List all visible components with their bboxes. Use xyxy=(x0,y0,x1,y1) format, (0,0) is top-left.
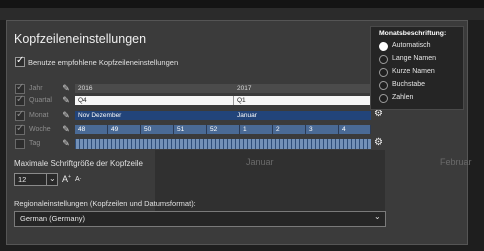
use-recommended-label: Benutze empfohlene Kopfzeileneinstellung… xyxy=(28,58,179,67)
chevron-down-icon[interactable]: ⌄ xyxy=(49,174,56,183)
quarter-cell: Q1 xyxy=(234,96,371,105)
month-cell: Januar xyxy=(234,111,371,120)
row-checkbox[interactable] xyxy=(15,139,25,149)
week-cell: 2 xyxy=(273,125,306,134)
week-cell: 1 xyxy=(240,125,273,134)
select-divider xyxy=(46,174,47,185)
pencil-icon[interactable]: ✎ xyxy=(60,95,72,105)
row-checkbox[interactable] xyxy=(15,82,25,94)
option-label: Buchstabe xyxy=(392,81,426,88)
option-label: Automatisch xyxy=(392,42,431,49)
use-recommended-checkbox[interactable] xyxy=(15,55,25,67)
quarter-cell: Q4 xyxy=(75,96,234,105)
year-cell: 2016 xyxy=(75,84,234,93)
regional-label: Regionaleinstellungen (Kopfzeilen und Da… xyxy=(14,199,196,208)
day-cells xyxy=(75,139,371,149)
panel-title: Kopfzeileneinstellungen xyxy=(14,32,147,46)
row-label: Tag xyxy=(29,140,41,147)
week-cell: 4 xyxy=(339,125,371,134)
header-strip xyxy=(0,8,484,20)
increase-font-button[interactable]: A+ xyxy=(62,174,71,184)
row-label: Quartal xyxy=(29,97,52,104)
pencil-icon[interactable]: ✎ xyxy=(60,83,72,93)
background-month-label: Februar xyxy=(440,157,472,167)
week-cell: 48 xyxy=(75,125,108,134)
radio-numbers[interactable] xyxy=(379,94,388,103)
radio-automatic[interactable] xyxy=(379,42,388,51)
week-cell: 50 xyxy=(141,125,174,134)
year-cell: 2017 xyxy=(234,84,371,93)
week-cell: 3 xyxy=(306,125,339,134)
pencil-icon[interactable]: ✎ xyxy=(60,110,72,120)
chevron-down-icon[interactable]: ⌄ xyxy=(374,212,381,221)
option-label: Lange Namen xyxy=(392,55,436,62)
popup-title: Monatsbeschriftung: xyxy=(379,30,447,37)
radio-letter[interactable] xyxy=(379,81,388,90)
option-label: Zahlen xyxy=(392,94,414,101)
row-checkbox[interactable] xyxy=(15,109,25,121)
week-cell: 51 xyxy=(174,125,207,134)
pencil-icon[interactable]: ✎ xyxy=(60,124,72,134)
row-checkbox[interactable] xyxy=(15,94,25,106)
week-cell: 49 xyxy=(108,125,141,134)
month-labels-popup: Monatsbeschriftung: Automatisch Lange Na… xyxy=(370,26,464,110)
gear-icon[interactable]: ⚙ xyxy=(374,137,383,148)
top-bar xyxy=(0,0,484,8)
decrease-font-button[interactable]: A- xyxy=(75,176,81,183)
row-label: Monat xyxy=(29,112,49,119)
pencil-icon[interactable]: ✎ xyxy=(60,138,72,148)
row-label: Woche xyxy=(29,126,51,133)
row-label: Jahr xyxy=(29,85,43,92)
row-checkbox[interactable] xyxy=(15,123,25,135)
month-cell: Nov Dezember xyxy=(75,111,234,120)
radio-long-names[interactable] xyxy=(379,55,388,64)
regional-select[interactable]: German (Germany) xyxy=(14,211,386,227)
background-month-label: Januar xyxy=(246,157,274,167)
week-cell: 52 xyxy=(207,125,240,134)
option-label: Kurze Namen xyxy=(392,68,435,75)
font-size-label: Maximale Schriftgröße der Kopfzeile xyxy=(14,159,143,168)
radio-short-names[interactable] xyxy=(379,68,388,77)
